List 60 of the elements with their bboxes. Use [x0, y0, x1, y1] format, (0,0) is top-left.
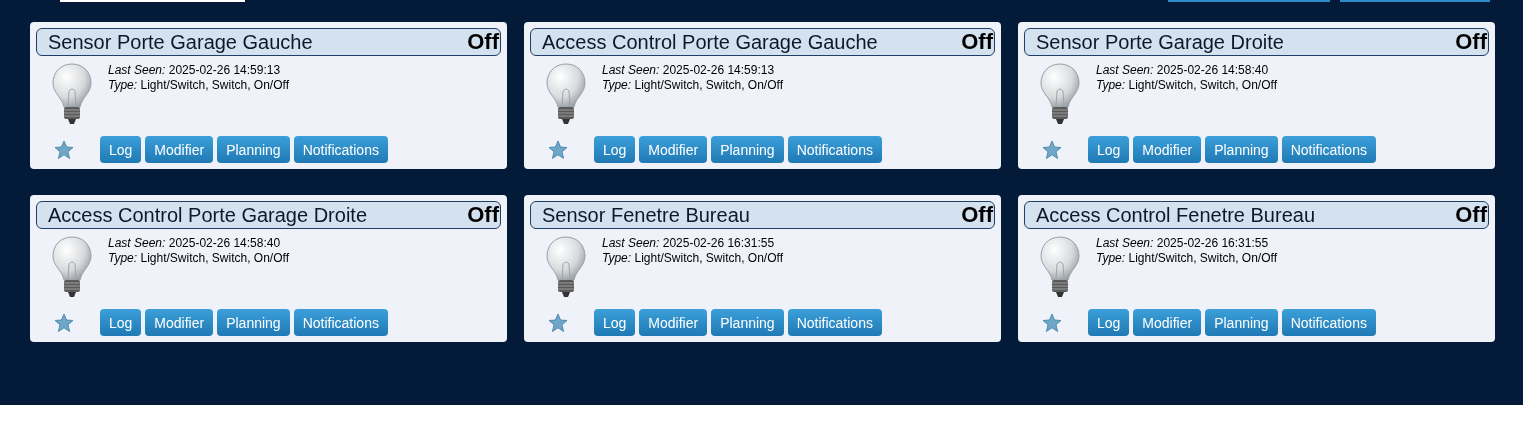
action-button[interactable]: Modifier	[1133, 309, 1202, 336]
last-seen-text: Last Seen: 2025-02-26 14:58:40	[108, 236, 282, 251]
device-status: Off	[961, 29, 993, 55]
type-text: Type: Light/Switch, Switch, On/Off	[108, 251, 289, 266]
action-button[interactable]: Notifications	[1281, 309, 1376, 336]
last-seen-text: Last Seen: 2025-02-26 14:59:13	[602, 63, 776, 78]
action-button[interactable]: Planning	[217, 309, 290, 336]
last-seen-text: Last Seen: 2025-02-26 16:31:55	[602, 236, 776, 251]
star-icon[interactable]	[1042, 139, 1062, 160]
action-button[interactable]: Modifier	[145, 136, 214, 163]
action-button[interactable]: Log	[100, 136, 142, 163]
light-bulb-icon	[1040, 236, 1080, 298]
action-button[interactable]: Notifications	[787, 136, 882, 163]
action-button[interactable]: Log	[1088, 136, 1130, 163]
last-seen-text: Last Seen: 2025-02-26 16:31:55	[1096, 236, 1270, 251]
star-icon[interactable]	[548, 312, 568, 333]
device-name: Access Control Porte Garage Gauche	[542, 30, 878, 54]
device-name: Sensor Porte Garage Droite	[1036, 30, 1284, 54]
last-seen-text: Last Seen: 2025-02-26 14:59:13	[108, 63, 282, 78]
light-bulb-icon	[1040, 63, 1080, 125]
type-text: Type: Light/Switch, Switch, On/Off	[602, 251, 783, 266]
type-text: Type: Light/Switch, Switch, On/Off	[602, 78, 783, 93]
star-icon[interactable]	[548, 139, 568, 160]
device-status: Off	[1455, 202, 1487, 228]
light-bulb-icon	[546, 63, 586, 125]
action-button[interactable]: Notifications	[1281, 136, 1376, 163]
device-status: Off	[467, 202, 499, 228]
light-bulb-icon	[52, 63, 92, 125]
action-button[interactable]: Notifications	[293, 136, 388, 163]
action-button[interactable]: Planning	[1205, 309, 1278, 336]
action-button[interactable]: Modifier	[1133, 136, 1202, 163]
action-button[interactable]: Planning	[217, 136, 290, 163]
device-name: Access Control Fenetre Bureau	[1036, 203, 1316, 227]
action-button[interactable]: Modifier	[639, 136, 708, 163]
device-status: Off	[467, 29, 499, 55]
action-button[interactable]: Log	[594, 136, 636, 163]
device-status: Off	[1455, 29, 1487, 55]
star-icon[interactable]	[54, 312, 74, 333]
type-text: Type: Light/Switch, Switch, On/Off	[1096, 251, 1277, 266]
star-icon[interactable]	[1042, 312, 1062, 333]
action-button[interactable]: Planning	[711, 309, 784, 336]
type-text: Type: Light/Switch, Switch, On/Off	[108, 78, 289, 93]
action-button[interactable]: Notifications	[787, 309, 882, 336]
action-button[interactable]: Log	[594, 309, 636, 336]
action-button[interactable]: Planning	[711, 136, 784, 163]
action-button[interactable]: Notifications	[293, 309, 388, 336]
action-button[interactable]: Log	[1088, 309, 1130, 336]
action-button[interactable]: Log	[100, 309, 142, 336]
action-button[interactable]: Planning	[1205, 136, 1278, 163]
device-name: Sensor Porte Garage Gauche	[48, 30, 313, 54]
star-icon[interactable]	[54, 139, 74, 160]
device-status: Off	[961, 202, 993, 228]
light-bulb-icon	[546, 236, 586, 298]
light-bulb-icon	[52, 236, 92, 298]
device-name: Access Control Porte Garage Droite	[48, 203, 368, 227]
action-button[interactable]: Modifier	[639, 309, 708, 336]
type-text: Type: Light/Switch, Switch, On/Off	[1096, 78, 1277, 93]
device-name: Sensor Fenetre Bureau	[542, 203, 750, 227]
last-seen-text: Last Seen: 2025-02-26 14:58:40	[1096, 63, 1270, 78]
action-button[interactable]: Modifier	[145, 309, 214, 336]
